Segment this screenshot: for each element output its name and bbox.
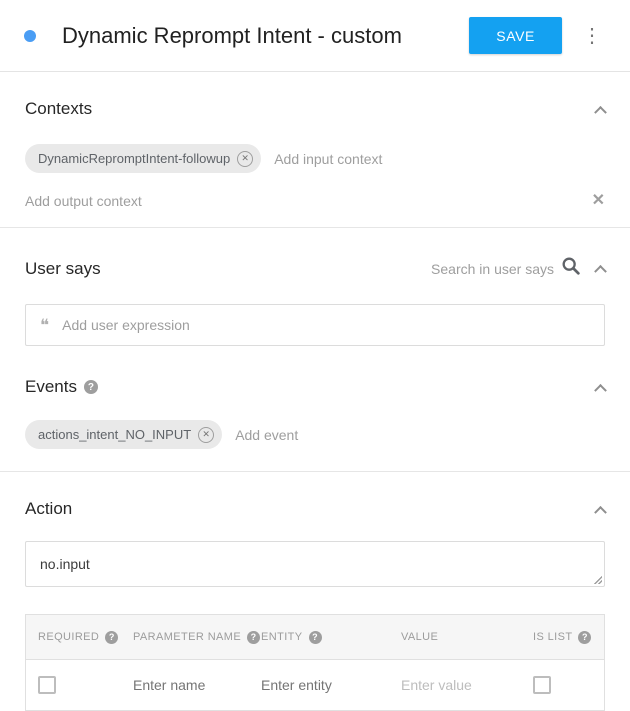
contexts-title: Contexts	[25, 99, 92, 119]
collapse-user-says-chevron-icon[interactable]	[594, 265, 607, 278]
close-icon: ✕	[202, 430, 210, 439]
main-content: Contexts DynamicRepromptIntent-followup …	[0, 99, 630, 711]
required-checkbox[interactable]	[38, 676, 56, 694]
events-title: Events	[25, 377, 77, 397]
event-chip: actions_intent_NO_INPUT ✕	[25, 420, 222, 449]
remove-input-context-icon[interactable]: ✕	[237, 151, 253, 167]
user-says-title: User says	[25, 259, 101, 279]
required-help-icon[interactable]: ?	[105, 631, 118, 644]
input-context-chip-label: DynamicRepromptIntent-followup	[38, 151, 230, 166]
intent-status-dot	[24, 30, 36, 42]
is-list-checkbox[interactable]	[533, 676, 551, 694]
value-header: VALUE	[401, 631, 438, 643]
entity-header: ENTITY	[261, 631, 303, 643]
add-user-expression-field[interactable]	[62, 317, 590, 333]
parameter-name-header: PARAMETER NAME	[133, 631, 241, 643]
required-header: REQUIRED	[38, 631, 99, 643]
action-title: Action	[25, 499, 72, 519]
parameter-name-field[interactable]	[133, 677, 237, 693]
collapse-action-chevron-icon[interactable]	[594, 505, 607, 518]
page-title: Dynamic Reprompt Intent - custom	[62, 23, 402, 49]
collapse-events-chevron-icon[interactable]	[594, 383, 607, 396]
parameter-row	[26, 660, 604, 710]
clear-output-context-icon[interactable]: ✕	[592, 193, 605, 209]
user-expression-box: ❝	[25, 304, 605, 346]
quote-icon: ❝	[40, 317, 49, 334]
add-event-field[interactable]	[235, 427, 605, 443]
search-icon[interactable]	[560, 255, 582, 282]
is-list-header: IS LIST	[533, 631, 572, 643]
user-says-section: User says ❝	[25, 255, 605, 346]
save-button[interactable]: SAVE	[469, 17, 562, 54]
event-chip-label: actions_intent_NO_INPUT	[38, 427, 191, 442]
events-section: Events ? actions_intent_NO_INPUT ✕	[25, 377, 605, 472]
is-list-help-icon[interactable]: ?	[578, 631, 591, 644]
entity-help-icon[interactable]: ?	[309, 631, 322, 644]
close-icon: ✕	[241, 154, 249, 163]
action-name-field[interactable]	[40, 556, 590, 572]
more-options-icon[interactable]: ⋮	[578, 22, 606, 50]
add-output-context-field[interactable]	[25, 193, 592, 209]
action-input-box	[25, 541, 605, 587]
search-user-says-input[interactable]	[408, 261, 554, 277]
remove-event-icon[interactable]: ✕	[198, 427, 214, 443]
header: Dynamic Reprompt Intent - custom SAVE ⋮	[0, 0, 630, 72]
parameters-table: REQUIRED ? PARAMETER NAME ? ENTITY ? VAL…	[25, 614, 605, 711]
events-help-icon[interactable]: ?	[84, 380, 98, 394]
parameters-header-row: REQUIRED ? PARAMETER NAME ? ENTITY ? VAL…	[26, 615, 604, 660]
entity-field[interactable]	[261, 677, 377, 693]
collapse-contexts-chevron-icon[interactable]	[594, 105, 607, 118]
action-section: Action	[25, 499, 605, 587]
input-context-chip: DynamicRepromptIntent-followup ✕	[25, 144, 261, 173]
contexts-section: Contexts DynamicRepromptIntent-followup …	[25, 99, 605, 228]
intent-editor: Dynamic Reprompt Intent - custom SAVE ⋮ …	[0, 0, 630, 711]
value-field[interactable]	[401, 677, 509, 693]
add-input-context-field[interactable]	[274, 151, 605, 167]
resize-handle[interactable]	[592, 574, 602, 584]
